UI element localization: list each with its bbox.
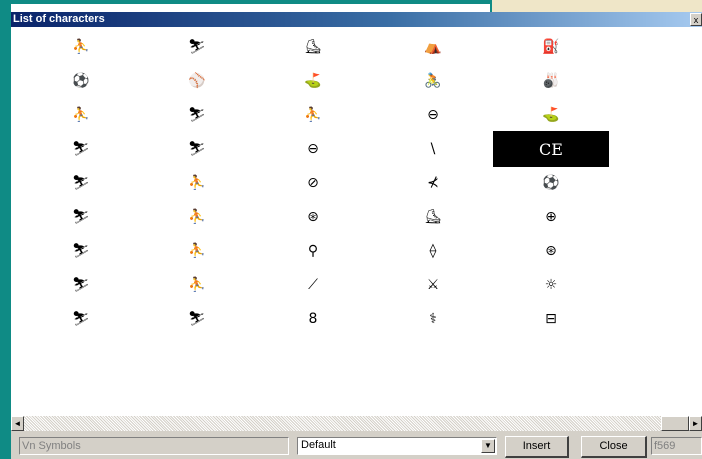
- character-cell[interactable]: ⛺: [375, 29, 491, 65]
- horizontal-scrollbar[interactable]: ◄ ►: [11, 416, 702, 431]
- character-cell[interactable]: 8: [255, 301, 371, 337]
- character-cell[interactable]: ⛷: [23, 267, 139, 303]
- character-cell[interactable]: ⚽: [493, 165, 609, 201]
- dialog-footer: Vn Symbols Default ▼ Insert Close f569: [11, 432, 702, 459]
- character-cell[interactable]: 🎳: [493, 63, 609, 99]
- char-code-field[interactable]: f569: [651, 437, 702, 455]
- character-cell[interactable]: ⚕: [375, 301, 491, 337]
- character-cell[interactable]: ⛷: [139, 301, 255, 337]
- character-cell[interactable]: ⊕: [493, 199, 609, 235]
- character-cell[interactable]: ⛹: [139, 165, 255, 201]
- dialog-title: List of characters: [13, 13, 105, 25]
- character-cell[interactable]: ⛷: [23, 233, 139, 269]
- character-cell[interactable]: ⛹: [139, 233, 255, 269]
- character-cell[interactable]: ⛹: [23, 29, 139, 65]
- character-cell[interactable]: ⊖: [255, 131, 371, 167]
- character-cell[interactable]: ⛸: [375, 199, 491, 235]
- character-cell[interactable]: ⊀: [375, 165, 491, 201]
- close-button[interactable]: Close: [581, 436, 647, 458]
- style-select[interactable]: Default ▼: [297, 437, 497, 455]
- character-cell[interactable]: ⛷: [139, 131, 255, 167]
- scroll-thumb[interactable]: [661, 416, 689, 431]
- character-cell[interactable]: ⛳: [255, 63, 371, 99]
- character-cell[interactable]: ⚽: [23, 63, 139, 99]
- character-cell[interactable]: ⟋: [255, 267, 371, 303]
- style-select-value: Default: [301, 439, 336, 451]
- character-cell[interactable]: ⛷: [139, 29, 255, 65]
- character-cell[interactable]: ⛷: [23, 301, 139, 337]
- character-cell[interactable]: ⛹: [23, 97, 139, 133]
- character-list-dialog: List of characters x ⛹ ⛷ ⛸ ⛺ ⛽ ⚽ ⚾ ⛳ 🚴 🎳 ⛹ ⛷ ⛹ ⊖ ⛳ ⛷ ⛷ ⊖ \…: [11, 12, 702, 459]
- character-cell[interactable]: ⛹: [255, 97, 371, 133]
- background-window-panel: [490, 0, 702, 12]
- character-cell[interactable]: ⛷: [139, 97, 255, 133]
- character-cell[interactable]: ⚔: [375, 267, 491, 303]
- character-cell[interactable]: ⊛: [493, 233, 609, 269]
- background-window-frame: [0, 0, 11, 459]
- character-cell[interactable]: CE: [493, 131, 609, 167]
- character-cell[interactable]: ⊖: [375, 97, 491, 133]
- character-grid[interactable]: ⛹ ⛷ ⛸ ⛺ ⛽ ⚽ ⚾ ⛳ 🚴 🎳 ⛹ ⛷ ⛹ ⊖ ⛳ ⛷ ⛷ ⊖ \ CE ⛷ ⛹ ⊘ ⊀ ⚽ ⛷ ⛹ ⊛ ⛸ ⊕ ⛷ ⛹ ⚲ ⟠ ⊛ ⛷ ⛹ ⟋ ⚔…: [11, 27, 702, 419]
- character-cell[interactable]: ⚾: [139, 63, 255, 99]
- character-cell[interactable]: ⊛: [255, 199, 371, 235]
- scroll-left-arrow-icon[interactable]: ◄: [11, 416, 24, 431]
- character-cell[interactable]: ☼: [493, 267, 609, 303]
- character-cell[interactable]: ⟠: [375, 233, 491, 269]
- character-cell[interactable]: ⛷: [23, 165, 139, 201]
- character-cell[interactable]: ⛽: [493, 29, 609, 65]
- chevron-down-icon[interactable]: ▼: [481, 439, 495, 453]
- character-cell[interactable]: \: [375, 131, 491, 167]
- title-bar[interactable]: List of characters x: [11, 12, 702, 27]
- close-icon[interactable]: x: [690, 13, 702, 26]
- character-cell[interactable]: ⊟: [493, 301, 609, 337]
- character-cell[interactable]: ⚲: [255, 233, 371, 269]
- character-cell[interactable]: ⛷: [23, 131, 139, 167]
- character-cell[interactable]: 🚴: [375, 63, 491, 99]
- character-cell[interactable]: ⛷: [23, 199, 139, 235]
- character-cell[interactable]: ⊘: [255, 165, 371, 201]
- character-cell[interactable]: ⛸: [255, 29, 371, 65]
- character-cell[interactable]: ⛳: [493, 97, 609, 133]
- font-name-field[interactable]: Vn Symbols: [19, 437, 289, 455]
- character-cell[interactable]: ⛹: [139, 199, 255, 235]
- insert-button[interactable]: Insert: [505, 436, 569, 458]
- scroll-right-arrow-icon[interactable]: ►: [689, 416, 702, 431]
- character-cell[interactable]: ⛹: [139, 267, 255, 303]
